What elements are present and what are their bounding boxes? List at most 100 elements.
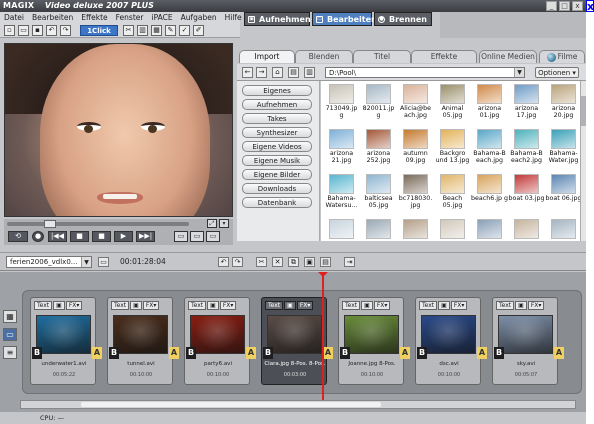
undo-icon[interactable]: ↶ [46,25,57,36]
clip-fx-button[interactable]: FX▾ [373,301,391,310]
redo-icon[interactable]: ↷ [60,25,71,36]
monitor-option-icon[interactable]: ▭ [190,231,204,242]
file-item[interactable]: Bahama-B each2.jpg [508,129,545,164]
clip-card[interactable]: Text ▣ FX▾ underwater1.avi 00:05:22 [30,297,96,385]
file-item[interactable]: Bahama-Watersu... [323,174,360,209]
nav-eigenes[interactable]: Eigenes [242,85,312,96]
paste-icon[interactable]: ▣ [304,257,315,267]
clip-text-button[interactable]: Text [34,301,53,310]
forward-arrow-icon[interactable]: → [256,67,267,78]
tab-effekte[interactable]: Effekte [411,50,477,63]
nav-eigene-bilder[interactable]: Eigene Bilder [242,169,312,180]
nav-aufnehmen[interactable]: Aufnehmen [242,99,312,110]
transition-b-icon[interactable]: B [186,347,196,359]
file-item[interactable] [545,219,580,240]
file-item[interactable] [471,219,508,240]
new-file-icon[interactable]: ▫ [4,25,15,36]
clip-fx-button[interactable]: FX▾ [142,301,160,310]
clip-text-button[interactable]: Text [111,301,130,310]
transition-a-icon[interactable]: A [323,347,333,359]
nav-eigene-videos[interactable]: Eigene Videos [242,141,312,152]
file-item[interactable] [508,219,545,240]
menu-aufgaben[interactable]: Aufgaben [177,13,221,22]
transition-a-icon[interactable]: A [92,347,102,359]
file-item[interactable]: arizona 01.jpg [471,84,508,119]
menu-hilfe[interactable]: Hilfe [221,13,246,22]
clip-fx-button[interactable]: FX▾ [219,301,237,310]
nav-datenbank[interactable]: Datenbank [242,197,312,208]
close-button[interactable]: x [572,1,583,11]
monitor-position-slider[interactable]: ⤢ ▾ [4,219,233,229]
tab-bearbeiten[interactable]: ▭ Bearbeiten [312,12,377,26]
playhead[interactable] [318,272,328,402]
scene-view-icon[interactable]: ▭ [3,328,17,341]
scissors-icon[interactable]: ✂ [256,257,267,267]
export-icon[interactable]: ⇥ [344,257,355,267]
transition-b-icon[interactable]: B [109,347,119,359]
rewind-button[interactable]: |◀◀ [48,231,67,242]
clip-card[interactable]: Text ▣ FX▾ Clara.jpg 8-Pos. 8-Pos. 00:03:00 [261,297,327,385]
stop-button[interactable]: ■ [70,231,89,242]
menu-ipace[interactable]: iPACE [147,13,176,22]
tab-blenden[interactable]: Blenden [295,50,353,63]
tab-filme[interactable]: Filme [539,50,585,63]
menu-fenster[interactable]: Fenster [112,13,148,22]
drive-icon[interactable]: ▤ [288,67,299,78]
clip-menu-icon[interactable]: ▣ [130,301,142,310]
fullscreen-icon[interactable]: ⤢ [207,219,217,228]
collapse-icon[interactable]: ▾ [219,219,229,228]
monitor-option-icon[interactable]: ▭ [174,231,188,242]
undo-icon[interactable]: ↶ [218,257,229,267]
transition-a-icon[interactable]: A [554,347,564,359]
clip-text-button[interactable]: Text [419,301,438,310]
file-item[interactable]: Alicia@be ach.jpg [397,84,434,119]
pause-button[interactable]: ■ [92,231,111,242]
transition-b-icon[interactable]: B [32,347,42,359]
timeline-view-icon[interactable]: ≡ [3,346,17,359]
tab-import[interactable]: Import [239,50,295,63]
scrub-thumb[interactable] [44,220,56,228]
maximize-button[interactable]: □ [559,1,570,11]
scrollbar-thumb[interactable] [81,402,381,407]
file-item[interactable]: arizona 17.jpg [508,84,545,119]
menu-datei[interactable]: Datei [0,13,28,22]
project-selector[interactable]: ferien2006_vdlx0... ▼ [6,256,92,268]
clip-text-button[interactable]: Text [496,301,515,310]
copy-icon[interactable]: ⧉ [288,257,299,267]
file-item[interactable]: beach6.jp g [471,174,508,202]
file-item[interactable]: Animal 05.jpg [434,84,471,119]
file-item[interactable] [323,219,360,240]
view-list-icon[interactable]: ▥ [304,67,315,78]
delete-icon[interactable]: ✕ [272,257,283,267]
oneclick-button[interactable]: 1Click [80,25,118,36]
menu-effekte[interactable]: Effekte [77,13,111,22]
file-item[interactable] [360,219,397,240]
transition-a-icon[interactable]: A [400,347,410,359]
nav-takes[interactable]: Takes [242,113,312,124]
tab-brennen[interactable]: ● Brennen [374,12,432,26]
clip-menu-icon[interactable]: ▣ [361,301,373,310]
edit-icon[interactable]: ✐ [193,25,204,36]
file-item[interactable]: Backgro und 13.jpg [434,129,471,164]
fast-forward-button[interactable]: ▶▶| [136,231,155,242]
nav-eigene-musik[interactable]: Eigene Musik [242,155,312,166]
clip-menu-icon[interactable]: ▣ [515,301,527,310]
tab-aufnehmen[interactable]: ▣ Aufnehmen [244,12,311,26]
clip-text-button[interactable]: Text [265,301,284,310]
file-item[interactable]: bc718030. jpg [397,174,434,209]
play-button[interactable]: ▶ [114,231,133,242]
effects-icon[interactable]: ✎ [165,25,176,36]
external-close-icon[interactable]: x [586,0,594,12]
path-field[interactable]: D:\Pool\ ▼ [325,67,525,78]
clip-menu-icon[interactable]: ▣ [53,301,65,310]
chevron-down-icon[interactable]: ▼ [81,257,91,267]
record-button[interactable]: ● [32,231,44,242]
transition-b-icon[interactable]: B [494,347,504,359]
tab-online-medien[interactable]: Online Medien [479,50,537,63]
file-item[interactable]: 820011.jp g [360,84,397,119]
clip-menu-icon[interactable]: ▣ [438,301,450,310]
file-grid-scrollbar[interactable] [580,81,586,241]
open-folder-icon[interactable]: ▭ [18,25,29,36]
group-icon[interactable]: ▤ [320,257,331,267]
file-item[interactable]: Bahama-Water.jpg [545,129,580,164]
